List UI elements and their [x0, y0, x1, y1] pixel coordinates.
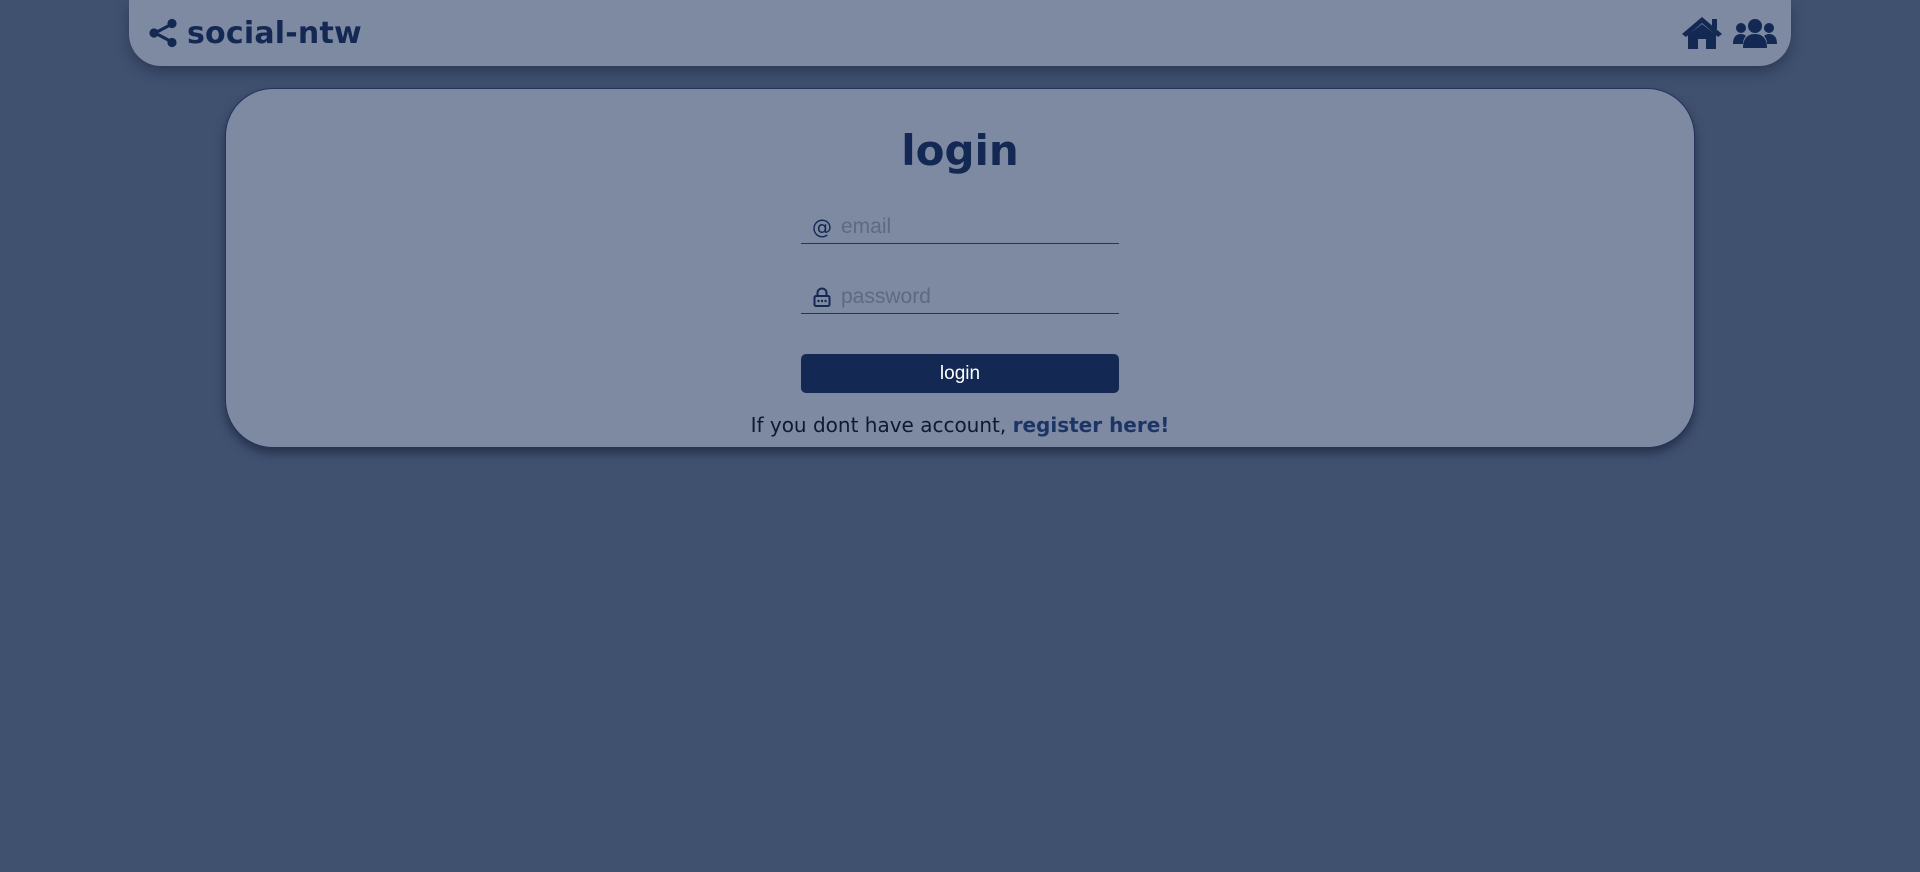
friends-button[interactable] [1733, 16, 1777, 50]
email-field: @ [801, 210, 1119, 244]
at-icon: @ [809, 217, 835, 237]
register-prompt-text: If you dont have account, [750, 413, 1007, 437]
register-prompt: If you dont have account, register here! [0, 413, 1920, 437]
brand-name: social-ntw [187, 15, 362, 51]
lock-icon [809, 286, 835, 307]
password-field [801, 280, 1119, 314]
password-input[interactable] [835, 281, 1119, 312]
navbar: social-ntw [129, 0, 1791, 66]
page-title: login [901, 126, 1019, 175]
email-input[interactable] [835, 211, 1119, 242]
register-link[interactable]: register here! [1013, 413, 1170, 437]
login-button[interactable]: login [801, 354, 1119, 393]
brand-link[interactable]: social-ntw [147, 0, 362, 66]
home-icon [1682, 17, 1722, 49]
home-button[interactable] [1681, 15, 1723, 51]
users-icon [1733, 19, 1777, 48]
share-icon [149, 18, 177, 48]
nav-icons [1681, 0, 1777, 66]
at-glyph: @ [812, 214, 832, 239]
